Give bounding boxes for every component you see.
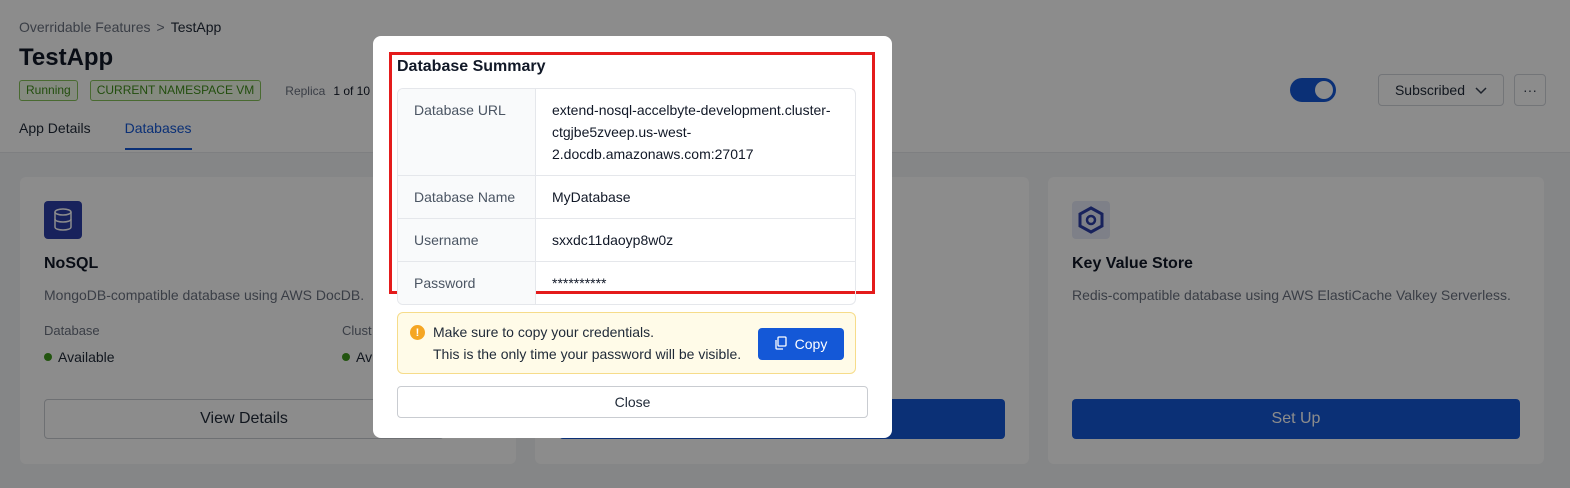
notice-line-2: This is the only time your password will…	[433, 346, 742, 362]
table-row: Password **********	[398, 262, 855, 304]
modal-title: Database Summary	[397, 58, 546, 75]
copy-label: Copy	[794, 336, 828, 352]
row-key: Database Name	[398, 176, 536, 218]
database-summary-modal: Database Summary Database URL extend-nos…	[373, 36, 892, 438]
close-button[interactable]: Close	[397, 386, 868, 418]
table-row: Database URL extend-nosql-accelbyte-deve…	[398, 89, 855, 176]
notice-line-1: Make sure to copy your credentials.	[433, 324, 654, 340]
row-value: MyDatabase	[552, 189, 631, 205]
row-value: sxxdc11daoyp8w0z	[552, 232, 674, 248]
warning-icon: !	[410, 325, 425, 340]
row-key: Username	[398, 219, 536, 261]
row-value: **********	[552, 275, 607, 291]
copy-icon	[775, 335, 787, 353]
row-key: Password	[398, 262, 536, 304]
row-key: Database URL	[398, 89, 536, 175]
table-row: Username sxxdc11daoyp8w0z	[398, 219, 855, 262]
copy-button[interactable]: Copy	[758, 328, 844, 360]
row-value: extend-nosql-accelbyte-development.clust…	[552, 102, 831, 162]
credentials-notice: ! Make sure to copy your credentials. Th…	[397, 312, 856, 374]
table-row: Database Name MyDatabase	[398, 176, 855, 219]
summary-table: Database URL extend-nosql-accelbyte-deve…	[397, 88, 856, 305]
